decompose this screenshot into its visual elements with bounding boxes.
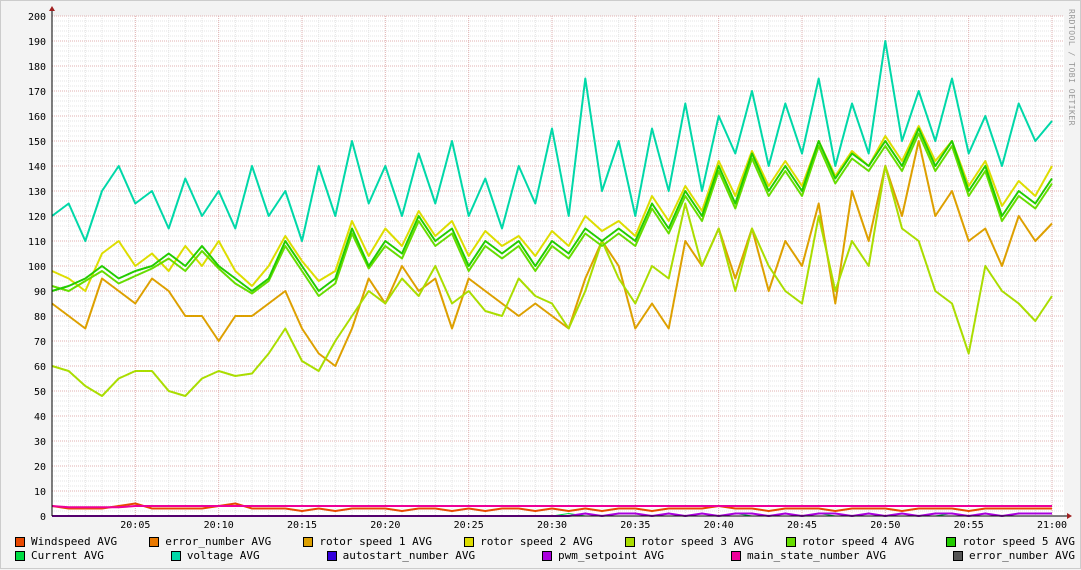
- legend-label: error_number AVG: [165, 535, 272, 548]
- y-tick-label: 140: [28, 162, 46, 173]
- x-tick-label: 20:05: [120, 520, 150, 531]
- x-tick-label: 20:40: [704, 520, 734, 531]
- y-tick-label: 40: [34, 412, 46, 423]
- y-tick-label: 190: [28, 37, 46, 48]
- legend-item: autostart_number AVG: [326, 549, 476, 562]
- x-tick-label: 20:15: [287, 520, 317, 531]
- legend-item: Current AVG: [15, 549, 104, 562]
- rrd-graph: 0 10 20 30 40 50 60 70 80 90 100 110 120 130 140 150 160…: [0, 0, 1081, 569]
- legend-row-2: Current AVG voltage AVG autostart_number A…: [15, 549, 1075, 562]
- y-tick-label: 0: [40, 512, 46, 523]
- y-tick-label: 60: [34, 362, 46, 373]
- watermark: RRDTOOL / TOBI OETIKER: [1067, 9, 1076, 126]
- x-tick-label: 20:30: [537, 520, 567, 531]
- legend-swatch-icon: [15, 550, 25, 561]
- legend-label: error_number AVG: [968, 549, 1075, 562]
- legend-swatch-icon: [542, 550, 553, 561]
- legend-item: rotor speed 2 AVG: [464, 535, 593, 548]
- legend-item: error_number AVG: [149, 535, 271, 548]
- legend-label: rotor speed 3 AVG: [640, 535, 754, 548]
- legend-item: rotor speed 4 AVG: [785, 535, 915, 548]
- x-tick-label: 20:50: [870, 520, 900, 531]
- x-tick-label: 20:10: [204, 520, 234, 531]
- chart-canvas: 0 10 20 30 40 50 60 70 80 90 100 110 120 130 140 150 160…: [28, 6, 1072, 531]
- legend-label: pwm_setpoint AVG: [558, 549, 664, 562]
- x-tick-label: 20:25: [454, 520, 484, 531]
- legend-swatch-icon: [303, 536, 314, 547]
- y-tick-label: 120: [28, 212, 46, 223]
- y-tick-label: 170: [28, 87, 46, 98]
- x-tick-label: 20:45: [787, 520, 817, 531]
- legend-swatch-icon: [952, 550, 963, 561]
- y-tick-label: 100: [28, 262, 46, 273]
- y-tick-label: 80: [34, 312, 46, 323]
- y-tick-label: 10: [34, 487, 46, 498]
- x-tick-label: 20:55: [954, 520, 984, 531]
- legend-label: autostart_number AVG: [342, 549, 476, 562]
- legend-swatch-icon: [624, 536, 635, 547]
- x-axis-ticks: 20:05 20:10 20:15 20:20 20:25 20:30 20:35 20:40…: [120, 520, 1067, 531]
- legend-item: rotor speed 3 AVG: [624, 535, 754, 548]
- legend-item: error_number AVG: [952, 549, 1075, 562]
- legend-label: rotor speed 4 AVG: [801, 535, 915, 548]
- legend-swatch-icon: [170, 550, 181, 561]
- y-tick-label: 150: [28, 137, 46, 148]
- y-tick-label: 50: [34, 387, 46, 398]
- x-tick-label: 21:00: [1037, 520, 1067, 531]
- legend-swatch-icon: [15, 536, 25, 547]
- legend-label: Current AVG: [31, 549, 104, 562]
- y-tick-label: 70: [34, 337, 46, 348]
- legend-item: rotor speed 5 AVG: [946, 535, 1075, 548]
- legend-item: pwm_setpoint AVG: [542, 549, 664, 562]
- x-axis-arrow-icon: [1067, 513, 1072, 519]
- legend-swatch-icon: [785, 536, 796, 547]
- legend-row-1: Windspeed AVG error_number AVG rotor speed…: [15, 535, 1075, 548]
- legend-item: voltage AVG: [170, 549, 260, 562]
- y-tick-label: 200: [28, 12, 46, 23]
- legend-label: main_state_number AVG: [746, 549, 887, 562]
- x-tick-label: 20:35: [620, 520, 650, 531]
- legend-swatch-icon: [730, 550, 741, 561]
- x-tick-label: 20:20: [370, 520, 400, 531]
- legend-item: main_state_number AVG: [730, 549, 887, 562]
- legend-swatch-icon: [149, 536, 160, 547]
- legend-label: rotor speed 1 AVG: [319, 535, 432, 548]
- legend-item: Windspeed AVG: [15, 535, 117, 548]
- legend-swatch-icon: [464, 536, 475, 547]
- y-tick-label: 130: [28, 187, 46, 198]
- legend-item: rotor speed 1 AVG: [303, 535, 432, 548]
- y-tick-label: 180: [28, 62, 46, 73]
- legend-label: rotor speed 2 AVG: [480, 535, 593, 548]
- y-tick-label: 20: [34, 462, 46, 473]
- legend-label: voltage AVG: [186, 549, 260, 562]
- y-axis-arrow-icon: [49, 6, 55, 11]
- legend-swatch-icon: [326, 550, 337, 561]
- legend-swatch-icon: [946, 536, 957, 547]
- y-axis-ticks: 0 10 20 30 40 50 60 70 80 90 100 110 120 130 140 150 160…: [28, 12, 46, 523]
- y-tick-label: 110: [28, 237, 46, 248]
- y-tick-label: 30: [34, 437, 46, 448]
- y-tick-label: 160: [28, 112, 46, 123]
- legend-label: Windspeed AVG: [31, 535, 118, 548]
- y-tick-label: 90: [34, 287, 46, 298]
- legend-label: rotor speed 5 AVG: [962, 535, 1075, 548]
